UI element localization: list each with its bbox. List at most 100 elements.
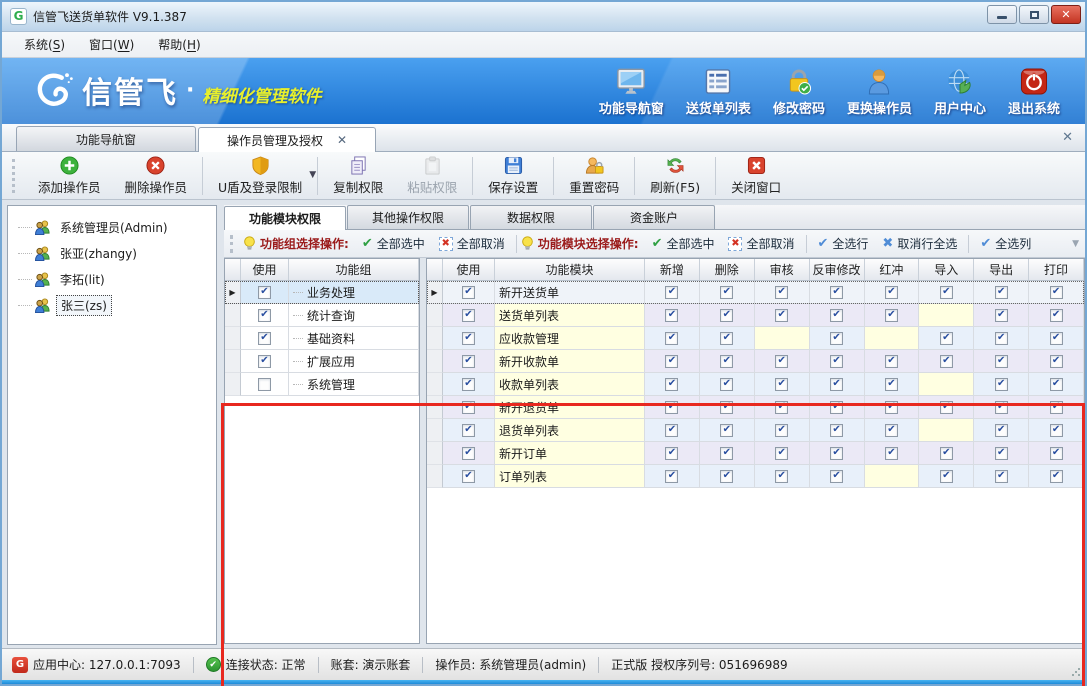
checkbox[interactable] — [665, 378, 678, 391]
checkbox[interactable] — [940, 447, 953, 460]
group-row-1[interactable]: 统计查询 — [225, 304, 419, 327]
checkbox[interactable] — [830, 401, 843, 414]
checkbox[interactable] — [462, 332, 475, 345]
checkbox[interactable] — [665, 332, 678, 345]
menu-item-1[interactable]: 窗口(W) — [77, 33, 146, 56]
checkbox[interactable] — [885, 401, 898, 414]
checkbox[interactable] — [720, 470, 733, 483]
tabstrip-close-icon[interactable]: ✕ — [1062, 130, 1073, 145]
operator-item-2[interactable]: 李拓(lit) — [8, 266, 216, 292]
checkbox[interactable] — [720, 424, 733, 437]
checkbox[interactable] — [720, 447, 733, 460]
module-row-0[interactable]: ▶新开送货单 — [427, 281, 1084, 304]
module-row-5[interactable]: 新开退货单 — [427, 396, 1084, 419]
user-center-button[interactable]: 用户中心 — [923, 65, 997, 117]
checkbox[interactable] — [665, 447, 678, 460]
tab-other-permissions[interactable]: 其他操作权限 — [347, 205, 469, 229]
tab-module-permissions[interactable]: 功能模块权限 — [224, 206, 346, 230]
module-row-2[interactable]: 应收款管理 — [427, 327, 1084, 350]
checkbox[interactable] — [830, 332, 843, 345]
checkbox[interactable] — [1050, 332, 1063, 345]
exit-system-button[interactable]: 退出系统 — [997, 65, 1071, 117]
tab-data-permissions[interactable]: 数据权限 — [470, 205, 592, 229]
module-row-4[interactable]: 收款单列表 — [427, 373, 1084, 396]
checkbox[interactable] — [940, 286, 953, 299]
module-row-6[interactable]: 退货单列表 — [427, 419, 1084, 442]
reset-password-button[interactable]: 重置密码 — [557, 154, 631, 198]
operator-item-0[interactable]: 系统管理员(Admin) — [8, 214, 216, 240]
checkbox[interactable] — [720, 378, 733, 391]
checkbox[interactable] — [995, 355, 1008, 368]
close-button[interactable]: ✕ — [1051, 5, 1081, 24]
operator-item-1[interactable]: 张亚(zhangy) — [8, 240, 216, 266]
menu-item-2[interactable]: 帮助(H) — [146, 33, 212, 56]
menu-item-0[interactable]: 系统(S) — [12, 33, 77, 56]
checkbox[interactable] — [1050, 378, 1063, 391]
module-deselect-all-link[interactable]: ✖全部取消 — [728, 235, 794, 252]
restore-button[interactable] — [1019, 5, 1049, 24]
checkbox[interactable] — [258, 355, 271, 368]
checkbox[interactable] — [775, 286, 788, 299]
checkbox[interactable] — [1050, 286, 1063, 299]
checkbox[interactable] — [995, 332, 1008, 345]
checkbox[interactable] — [885, 286, 898, 299]
checkbox[interactable] — [940, 332, 953, 345]
checkbox[interactable] — [940, 401, 953, 414]
checkbox[interactable] — [1050, 355, 1063, 368]
tab-operator-management[interactable]: 操作员管理及授权 ✕ — [198, 127, 376, 152]
dropdown-caret-icon[interactable]: ▼ — [309, 170, 316, 180]
checkbox[interactable] — [830, 286, 843, 299]
checkbox[interactable] — [885, 424, 898, 437]
checkbox[interactable] — [995, 424, 1008, 437]
checkbox[interactable] — [940, 355, 953, 368]
checkbox[interactable] — [462, 424, 475, 437]
checkbox[interactable] — [830, 378, 843, 391]
checkbox[interactable] — [462, 447, 475, 460]
checkbox[interactable] — [665, 401, 678, 414]
add-operator-button[interactable]: 添加操作员 — [26, 154, 113, 198]
checkbox[interactable] — [665, 424, 678, 437]
checkbox[interactable] — [775, 355, 788, 368]
group-row-3[interactable]: 扩展应用 — [225, 350, 419, 373]
checkbox[interactable] — [258, 286, 271, 299]
checkbox[interactable] — [775, 309, 788, 322]
checkbox[interactable] — [995, 470, 1008, 483]
checkbox[interactable] — [830, 309, 843, 322]
checkbox[interactable] — [1050, 401, 1063, 414]
save-settings-button[interactable]: 保存设置 — [476, 154, 550, 198]
checkbox[interactable] — [995, 447, 1008, 460]
checkbox[interactable] — [665, 355, 678, 368]
group-row-4[interactable]: 系统管理 — [225, 373, 419, 396]
checkbox[interactable] — [258, 332, 271, 345]
checkbox[interactable] — [665, 309, 678, 322]
group-deselect-all-link[interactable]: ✖全部取消 — [439, 235, 505, 252]
checkbox[interactable] — [995, 401, 1008, 414]
checkbox[interactable] — [830, 470, 843, 483]
switch-operator-button[interactable]: 更换操作员 — [836, 65, 923, 117]
checkbox[interactable] — [720, 309, 733, 322]
overflow-caret-icon[interactable]: ▼ — [1072, 239, 1079, 249]
checkbox[interactable] — [258, 309, 271, 322]
checkbox[interactable] — [885, 355, 898, 368]
copy-permissions-button[interactable]: 复制权限 — [321, 154, 395, 198]
checkbox[interactable] — [830, 355, 843, 368]
checkbox[interactable] — [885, 309, 898, 322]
group-row-2[interactable]: 基础资料 — [225, 327, 419, 350]
group-row-0[interactable]: ▶业务处理 — [225, 281, 419, 304]
checkbox[interactable] — [940, 470, 953, 483]
checkbox[interactable] — [462, 378, 475, 391]
checkbox[interactable] — [775, 470, 788, 483]
checkbox[interactable] — [775, 447, 788, 460]
checkbox[interactable] — [1050, 424, 1063, 437]
refresh-button[interactable]: 刷新(F5) — [638, 154, 712, 198]
checkbox[interactable] — [775, 401, 788, 414]
checkbox[interactable] — [885, 447, 898, 460]
deselect-row-link[interactable]: ✖取消行全选 — [882, 235, 957, 252]
checkbox[interactable] — [1050, 309, 1063, 322]
checkbox[interactable] — [1050, 447, 1063, 460]
resize-grip[interactable] — [1071, 667, 1081, 677]
checkbox[interactable] — [885, 378, 898, 391]
module-select-all-link[interactable]: ✔全部选中 — [652, 235, 715, 252]
checkbox[interactable] — [462, 355, 475, 368]
select-column-link[interactable]: ✔全选列 — [980, 235, 1031, 252]
